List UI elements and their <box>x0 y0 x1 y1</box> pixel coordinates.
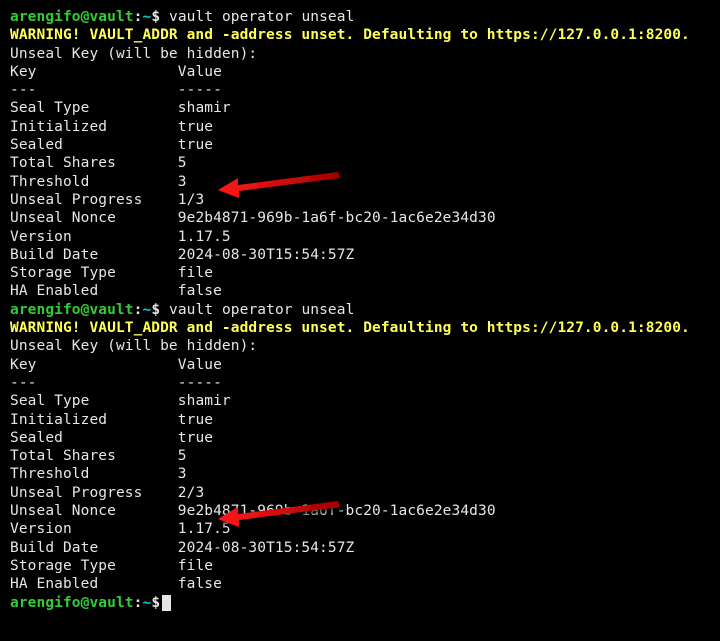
kv-underline-1: --- ----- <box>10 81 710 99</box>
hidden-key-2: Unseal Key (will be hidden): <box>10 337 710 355</box>
row-build-1: Build Date 2024-08-30T15:54:57Z <box>10 246 710 264</box>
row-nonce-2: Unseal Nonce 9e2b4871-969b-1a6f-bc20-1ac… <box>10 502 710 520</box>
row-progress-2: Unseal Progress 2/3 <box>10 484 710 502</box>
row-sealed-1: Sealed true <box>10 136 710 154</box>
row-progress-1: Unseal Progress 1/3 <box>10 191 710 209</box>
row-initialized-1: Initialized true <box>10 118 710 136</box>
row-shares-2: Total Shares 5 <box>10 447 710 465</box>
row-seal-type-1: Seal Type shamir <box>10 99 710 117</box>
command-2: vault operator unseal <box>169 302 354 318</box>
command-1: vault operator unseal <box>169 9 354 25</box>
prompt-line-3[interactable]: arengifo@vault:~$ <box>10 594 710 612</box>
row-sealed-2: Sealed true <box>10 429 710 447</box>
row-storage-2: Storage Type file <box>10 557 710 575</box>
prompt-line-2: arengifo@vault:~$ vault operator unseal <box>10 301 710 319</box>
spacer <box>160 9 169 25</box>
kv-header-1: Key Value <box>10 63 710 81</box>
warning-2: WARNING! VAULT_ADDR and -address unset. … <box>10 319 710 337</box>
hdr-key: Key <box>10 64 37 80</box>
row-nonce-1: Unseal Nonce 9e2b4871-969b-1a6f-bc20-1ac… <box>10 209 710 227</box>
kv-header-2: Key Value <box>10 356 710 374</box>
row-threshold-1: Threshold 3 <box>10 173 710 191</box>
kv-underline-2: --- ----- <box>10 374 710 392</box>
path: ~ <box>142 9 151 25</box>
row-shares-1: Total Shares 5 <box>10 154 710 172</box>
row-initialized-2: Initialized true <box>10 411 710 429</box>
hidden-key-1: Unseal Key (will be hidden): <box>10 45 710 63</box>
row-seal-type-2: Seal Type shamir <box>10 392 710 410</box>
warning-1: WARNING! VAULT_ADDR and -address unset. … <box>10 26 710 44</box>
row-build-2: Build Date 2024-08-30T15:54:57Z <box>10 539 710 557</box>
user-host: arengifo@vault <box>10 9 134 25</box>
row-ha-2: HA Enabled false <box>10 575 710 593</box>
prompt-sym: $ <box>151 9 160 25</box>
row-threshold-2: Threshold 3 <box>10 465 710 483</box>
row-ha-1: HA Enabled false <box>10 282 710 300</box>
row-version-1: Version 1.17.5 <box>10 228 710 246</box>
terminal-window[interactable]: arengifo@vault:~$ vault operator unseal … <box>0 0 720 620</box>
row-version-2: Version 1.17.5 <box>10 520 710 538</box>
prompt-line-1: arengifo@vault:~$ vault operator unseal <box>10 8 710 26</box>
cursor <box>162 595 171 611</box>
hdr-val: Value <box>178 64 222 80</box>
row-storage-1: Storage Type file <box>10 264 710 282</box>
